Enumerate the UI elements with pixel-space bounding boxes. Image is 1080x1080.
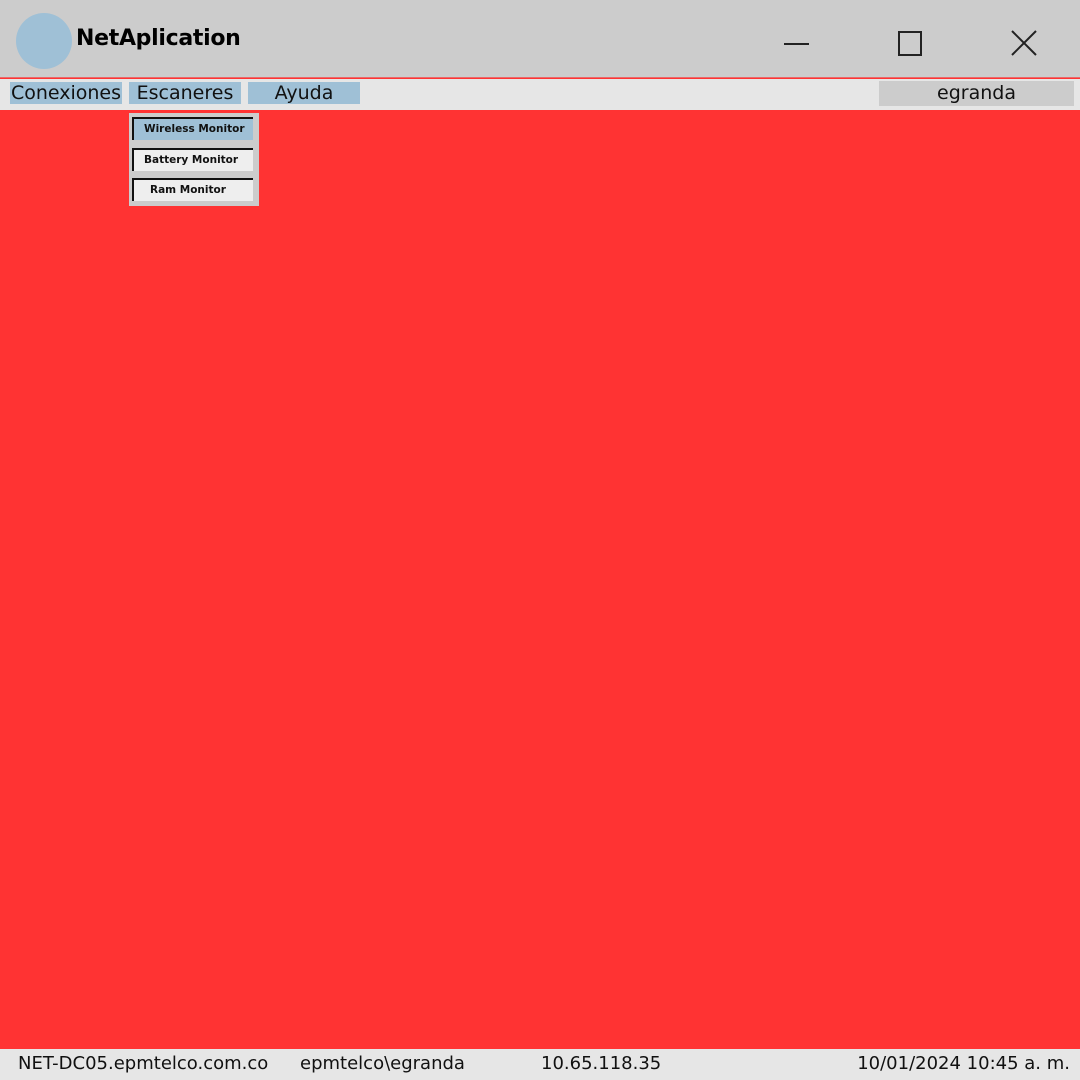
status-hostname: NET-DC05.epmtelco.com.co xyxy=(18,1053,269,1074)
dropdown-item-wireless-monitor[interactable]: Wireless Monitor xyxy=(132,117,253,140)
escaneres-dropdown: Wireless Monitor Battery Monitor Ram Mon… xyxy=(129,113,259,206)
status-bar: NET-DC05.epmtelco.com.co epmtelco\egrand… xyxy=(0,1049,1080,1080)
title-bar: NetAplication xyxy=(0,0,1080,78)
menu-ayuda[interactable]: Ayuda xyxy=(248,82,360,104)
menu-escaneres[interactable]: Escaneres xyxy=(129,82,241,104)
main-content-area xyxy=(0,110,1080,1049)
dropdown-item-ram-monitor[interactable]: Ram Monitor xyxy=(132,178,253,201)
minimize-button[interactable] xyxy=(774,22,818,66)
maximize-icon xyxy=(898,31,922,56)
app-logo xyxy=(16,13,72,69)
dropdown-item-battery-monitor[interactable]: Battery Monitor xyxy=(132,148,253,171)
status-domain-user: epmtelco\egranda xyxy=(300,1053,465,1074)
maximize-button[interactable] xyxy=(888,22,932,66)
status-datetime: 10/01/2024 10:45 a. m. xyxy=(857,1053,1070,1074)
minimize-icon xyxy=(784,43,809,45)
close-button[interactable] xyxy=(1002,22,1046,66)
status-ip-address: 10.65.118.35 xyxy=(541,1053,662,1074)
current-user: egranda xyxy=(879,81,1074,106)
close-icon xyxy=(1011,30,1037,56)
menu-conexiones[interactable]: Conexiones xyxy=(10,82,122,104)
menu-bar: Conexiones Escaneres Ayuda egranda xyxy=(0,79,1080,110)
app-title: NetAplication xyxy=(76,26,241,51)
